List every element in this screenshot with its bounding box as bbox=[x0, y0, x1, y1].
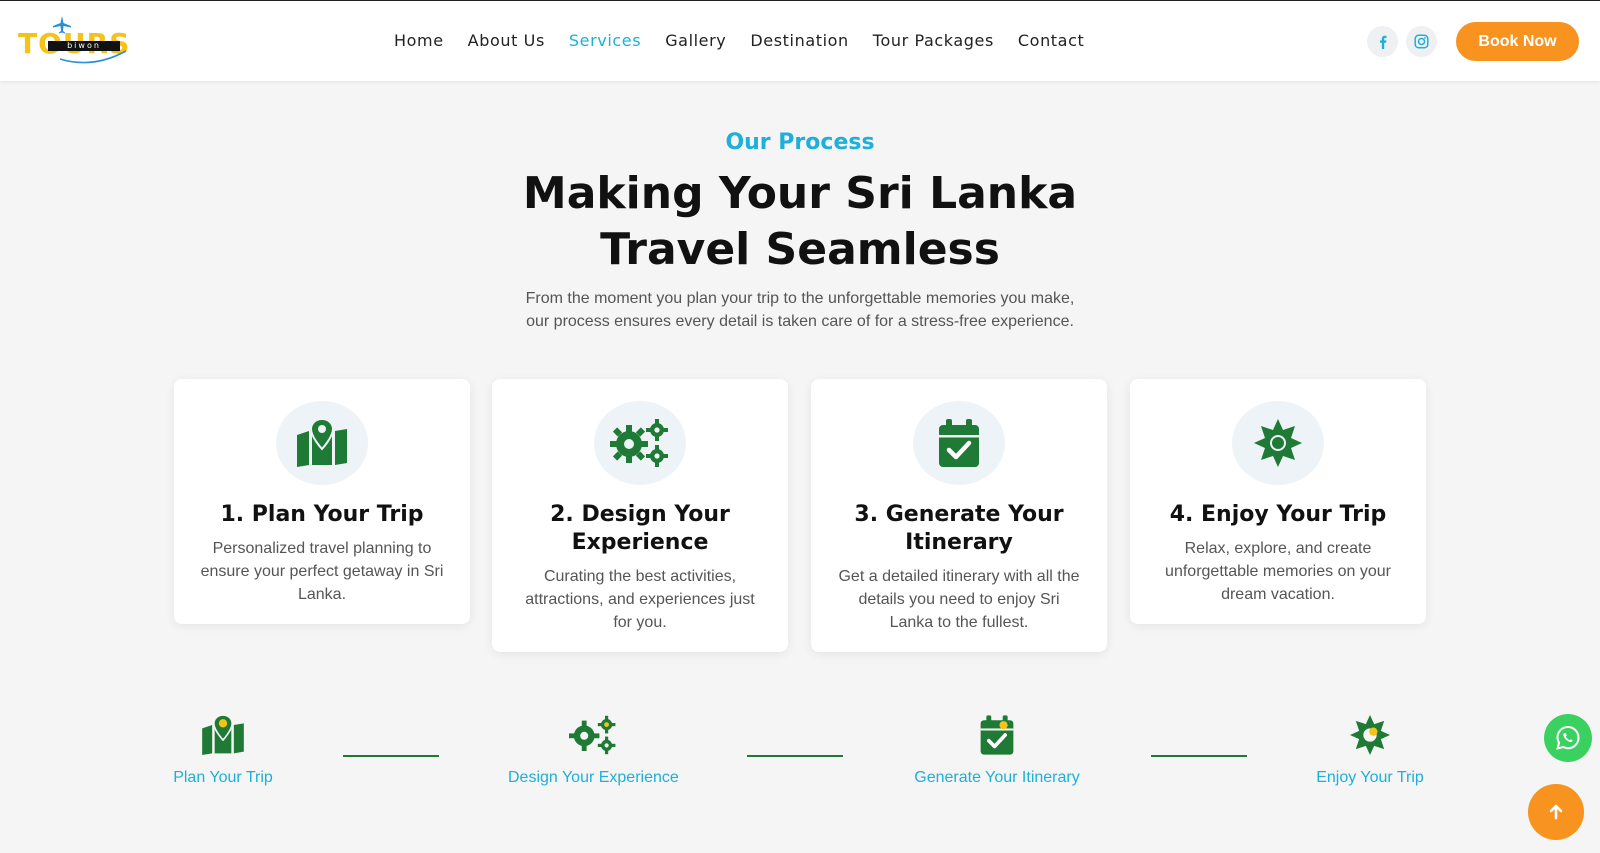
card-text-line: ensure your perfect getaway in Sri bbox=[200, 563, 444, 580]
calendar-check-icon bbox=[980, 715, 1014, 755]
whatsapp-icon bbox=[1556, 725, 1580, 750]
step-icon-wrap bbox=[173, 713, 273, 757]
card-title-line: Experience bbox=[571, 530, 709, 555]
section-subtitle-line-2: our process ensures every detail is take… bbox=[526, 313, 1074, 330]
section-subtitle: From the moment you plan your trip to th… bbox=[500, 287, 1100, 333]
map-pin-icon bbox=[202, 715, 244, 755]
step-connector bbox=[343, 755, 439, 757]
step-connector bbox=[1151, 755, 1247, 757]
step-label: Enjoy Your Trip bbox=[1316, 769, 1424, 786]
nav-home[interactable]: Home bbox=[394, 31, 444, 50]
sun-icon bbox=[1350, 715, 1390, 755]
section-title-line-1: Making Your Sri Lanka bbox=[522, 168, 1078, 219]
instagram-icon bbox=[1414, 34, 1429, 49]
card-title: 4. Enjoy Your Trip bbox=[1169, 502, 1387, 527]
card-title-line: Itinerary bbox=[905, 530, 1013, 555]
step-icon-wrap bbox=[1314, 713, 1426, 757]
section-subtitle-line-1: From the moment you plan your trip to th… bbox=[525, 290, 1075, 307]
card-icon-wrap bbox=[276, 401, 368, 485]
step-label: Plan Your Trip bbox=[173, 769, 273, 786]
step-generate[interactable]: Generate Your Itinerary bbox=[912, 713, 1082, 787]
card-text-line: Personalized travel planning to bbox=[212, 540, 432, 557]
section-title: Making Your Sri Lanka Travel Seamless bbox=[0, 166, 1600, 278]
card-title-line: 3. Generate Your bbox=[854, 502, 1064, 527]
arrow-up-icon bbox=[1549, 804, 1563, 820]
card-text-line: Curating the best activities, bbox=[543, 568, 737, 585]
process-card-generate: 3. Generate Your Itinerary Get a detaile… bbox=[811, 379, 1107, 652]
facebook-icon bbox=[1379, 35, 1386, 49]
step-enjoy[interactable]: Enjoy Your Trip bbox=[1314, 713, 1426, 787]
card-text: Personalized travel planning to ensure y… bbox=[192, 537, 452, 606]
nav-services[interactable]: Services bbox=[569, 31, 641, 50]
card-text: Relax, explore, and create unforgettable… bbox=[1148, 537, 1408, 606]
card-text: Get a detailed itinerary with all the de… bbox=[829, 565, 1089, 634]
card-icon-wrap bbox=[1232, 401, 1324, 485]
instagram-link[interactable] bbox=[1406, 26, 1437, 57]
card-icon-wrap bbox=[913, 401, 1005, 485]
nav-tour-packages[interactable]: Tour Packages bbox=[873, 31, 994, 50]
card-text-line: Lanka to the fullest. bbox=[889, 614, 1029, 631]
step-label: Design Your Experience bbox=[508, 769, 679, 786]
step-label: Generate Your Itinerary bbox=[914, 769, 1080, 786]
book-now-button[interactable]: Book Now bbox=[1456, 22, 1579, 61]
back-to-top-button[interactable] bbox=[1528, 784, 1584, 840]
nav-contact[interactable]: Contact bbox=[1018, 31, 1084, 50]
whatsapp-button[interactable] bbox=[1544, 714, 1592, 762]
card-title-line: 2. Design Your bbox=[550, 502, 730, 527]
card-title: 1. Plan Your Trip bbox=[220, 502, 424, 527]
main-nav: Home About Us Services Gallery Destinati… bbox=[394, 31, 1108, 50]
card-text-line: Get a detailed itinerary with all the bbox=[838, 568, 1080, 585]
card-text-line: for you. bbox=[613, 614, 667, 631]
card-title: 3. Generate Your Itinerary bbox=[829, 501, 1089, 557]
card-text-line: attractions, and experiences just bbox=[525, 591, 755, 608]
gears-icon bbox=[610, 419, 668, 467]
sun-icon bbox=[1254, 419, 1302, 467]
gears-icon bbox=[569, 715, 616, 755]
step-plan[interactable]: Plan Your Trip bbox=[173, 713, 273, 787]
step-icon-wrap bbox=[912, 713, 1082, 757]
card-text-line: unforgettable memories on your bbox=[1165, 563, 1391, 580]
nav-gallery[interactable]: Gallery bbox=[665, 31, 726, 50]
nav-destination[interactable]: Destination bbox=[750, 31, 848, 50]
step-icon-wrap bbox=[508, 713, 678, 757]
section-title-line-2: Travel Seamless bbox=[600, 224, 1000, 275]
section-eyebrow: Our Process bbox=[725, 130, 875, 155]
step-design[interactable]: Design Your Experience bbox=[508, 713, 679, 787]
map-pin-icon bbox=[297, 419, 347, 467]
card-text-line: Lanka. bbox=[297, 586, 347, 603]
process-card-design: 2. Design Your Experience Curating the b… bbox=[492, 379, 788, 652]
calendar-check-icon bbox=[939, 419, 979, 467]
site-logo[interactable]: TOURS biwon bbox=[18, 16, 129, 67]
card-text-line: details you need to enjoy Sri bbox=[858, 591, 1060, 608]
logo-swoosh bbox=[59, 50, 127, 64]
site-header: TOURS biwon Home About Us Services Galle… bbox=[0, 0, 1600, 81]
facebook-link[interactable] bbox=[1367, 26, 1398, 57]
process-card-plan: 1. Plan Your Trip Personalized travel pl… bbox=[174, 379, 470, 624]
card-text-line: Relax, explore, and create bbox=[1184, 540, 1372, 557]
card-text: Curating the best activities, attraction… bbox=[510, 565, 770, 634]
card-text-line: dream vacation. bbox=[1221, 586, 1335, 603]
card-icon-wrap bbox=[594, 401, 686, 485]
nav-about-us[interactable]: About Us bbox=[468, 31, 545, 50]
card-title: 2. Design Your Experience bbox=[510, 501, 770, 557]
process-card-enjoy: 4. Enjoy Your Trip Relax, explore, and c… bbox=[1130, 379, 1426, 624]
step-connector bbox=[747, 755, 843, 757]
